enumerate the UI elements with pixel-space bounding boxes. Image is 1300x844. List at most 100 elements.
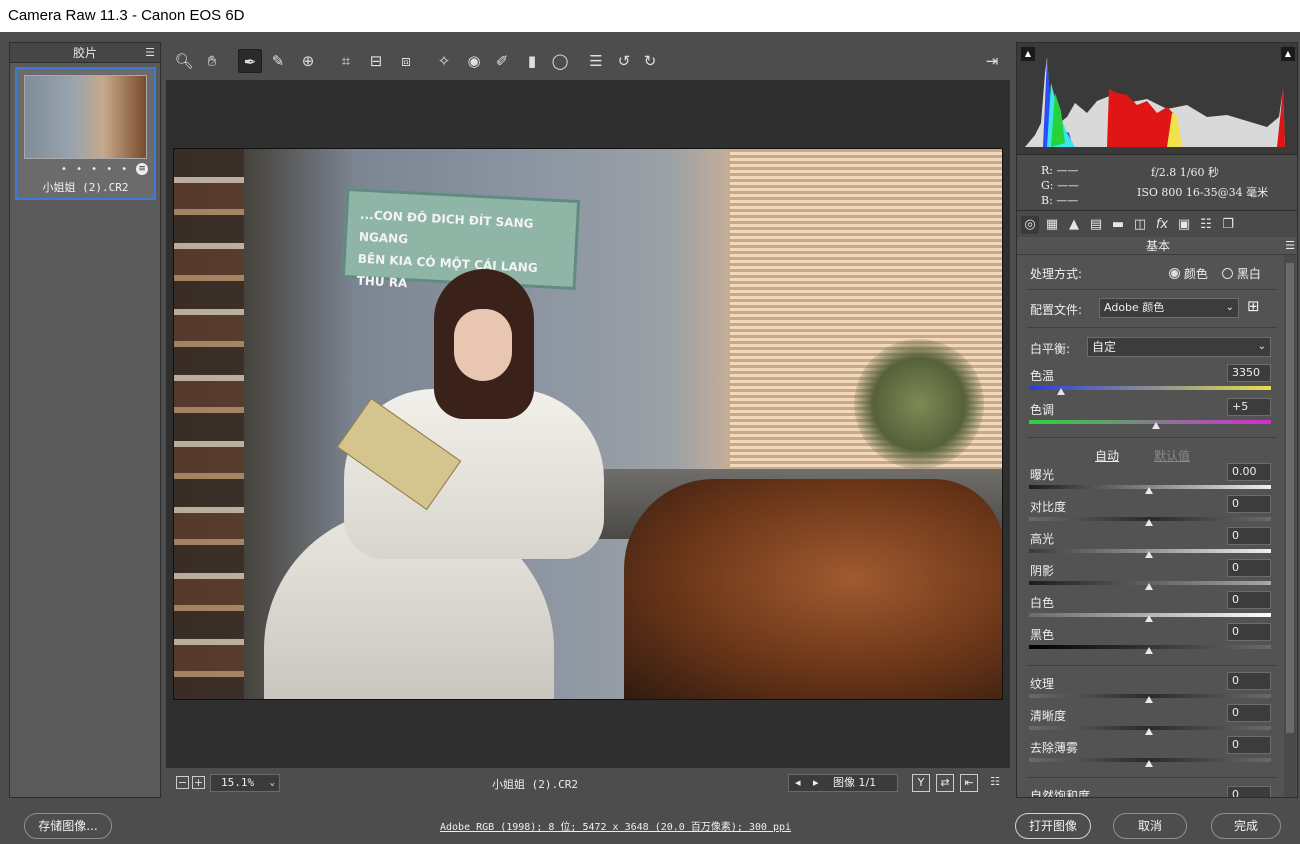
straighten-icon[interactable]: ⊟ [364,49,388,73]
contrast-input[interactable]: 0 [1227,495,1271,513]
clarity-slider-handle[interactable] [1145,728,1153,735]
temperature-slider-handle[interactable] [1057,388,1065,395]
vibrance-label: 自然饱和度 [1030,789,1091,798]
thumbnail-image [24,75,147,159]
detail-tab-icon[interactable]: ▲ [1065,216,1083,234]
contrast-slider-handle[interactable] [1145,519,1153,526]
transform-icon[interactable]: ⧈ [394,49,418,73]
shadows-input[interactable]: 0 [1227,559,1271,577]
hsl-tab-icon[interactable]: ▤ [1087,216,1105,234]
chevron-down-icon: ⌄ [269,778,275,788]
texture-slider-handle[interactable] [1145,696,1153,703]
zoom-out-button[interactable]: − [176,776,189,789]
zoom-in-button[interactable]: + [192,776,205,789]
tint-slider-handle[interactable] [1152,422,1160,429]
filmstrip-thumbnail[interactable]: • • • • • ≡ 小姐姐 (2).CR2 [15,67,156,200]
cancel-button[interactable]: 取消 [1113,813,1187,839]
preview-canvas[interactable]: ...CON ĐÔ DICH ĐÍT SANG NGANG BÊN KIA CÓ… [166,80,1010,768]
split-toning-tab-icon[interactable]: ▬ [1109,216,1127,234]
auto-button[interactable]: 自动 [1095,447,1119,464]
rgb-readout: R: —— G: —— B: —— [1041,163,1079,208]
bottom-bar: 存储图像... Adobe RGB (1998); 8 位; 5472 x 36… [0,800,1300,844]
scrollbar-thumb[interactable] [1286,263,1294,733]
dehaze-input[interactable]: 0 [1227,736,1271,754]
spot-removal-icon[interactable]: ✧ [432,49,456,73]
whites-slider-handle[interactable] [1145,615,1153,622]
temperature-slider[interactable] [1029,386,1271,390]
profile-browser-icon[interactable]: ⊞ [1247,297,1260,315]
profile-dropdown[interactable]: Adobe 颜色 ⌄ [1099,298,1239,318]
done-button[interactable]: 完成 [1211,813,1281,839]
divider [1027,665,1277,666]
zoom-icon[interactable]: 🔍︎ [172,49,196,73]
histogram-graph [1025,57,1285,147]
prev-image-icon[interactable]: ◂ [795,775,801,791]
camera-raw-app: 胶片 ☰ • • • • • ≡ 小姐姐 (2).CR2 🔍︎ ✋︎ ✒ ✎ ⊕… [0,32,1300,844]
save-image-button[interactable]: 存储图像... [24,813,112,839]
preview-settings-icon[interactable]: ☷ [986,774,1004,792]
copy-settings-icon[interactable]: ⇤ [960,774,978,792]
image-navigator: ◂ ▸ 图像 1/1 [788,774,898,792]
shadows-label: 阴影 [1030,564,1055,578]
lens-corrections-tab-icon[interactable]: ◫ [1131,216,1149,234]
g-label: G: [1041,179,1054,192]
toggle-fullscreen-icon[interactable]: ⇥ [980,49,1004,73]
exif-info: f/2.8 1/60 秒 ISO 800 16-35@34 毫米 [1137,163,1268,203]
graduated-filter-icon[interactable]: ▮ [520,49,544,73]
temperature-input[interactable]: 3350 [1227,364,1271,382]
red-eye-icon[interactable]: ◉ [462,49,486,73]
workflow-options-link[interactable]: Adobe RGB (1998); 8 位; 5472 x 3648 (20.0… [440,818,791,833]
profile-label: 配置文件: [1030,303,1083,317]
panel-scrollbar[interactable] [1284,255,1296,797]
white-balance-dropdown[interactable]: 自定 ⌄ [1087,337,1271,357]
filmstrip-menu-icon[interactable]: ☰ [145,43,155,63]
shadows-slider-handle[interactable] [1145,583,1153,590]
target-adjust-icon[interactable]: ⊕ [296,49,320,73]
treatment-bw-radio[interactable]: 黑白 [1222,265,1261,282]
tone-curve-tab-icon[interactable]: ▦ [1043,216,1061,234]
tint-slider[interactable] [1029,420,1271,424]
calibration-tab-icon[interactable]: ▣ [1175,216,1193,234]
snapshots-tab-icon[interactable]: ❐ [1219,216,1237,234]
next-image-icon[interactable]: ▸ [813,775,819,791]
photo-face [454,309,512,381]
tint-input[interactable]: +5 [1227,398,1271,416]
hand-icon[interactable]: ✋︎ [200,49,224,73]
basic-tab-icon[interactable]: ◎ [1021,216,1039,234]
chevron-down-icon: ⌄ [1257,341,1266,352]
highlights-input[interactable]: 0 [1227,527,1271,545]
window-title: Camera Raw 11.3 - Canon EOS 6D [0,0,1300,32]
treatment-label: 处理方式: [1030,267,1083,281]
highlights-slider-handle[interactable] [1145,551,1153,558]
default-button[interactable]: 默认值 [1154,447,1190,464]
exposure-input[interactable]: 0.00 [1227,463,1271,481]
exposure-slider-handle[interactable] [1145,487,1153,494]
swap-settings-icon[interactable]: ⇄ [936,774,954,792]
rating-dots[interactable]: • • • • • [61,164,130,175]
rotate-left-icon[interactable]: ↺ [612,49,636,73]
color-sampler-icon[interactable]: ✎ [266,49,290,73]
dehaze-slider-handle[interactable] [1145,760,1153,767]
white-balance-icon[interactable]: ✒ [238,49,262,73]
radial-filter-icon[interactable]: ◯ [548,49,572,73]
treatment-color-radio[interactable]: 颜色 [1169,265,1208,282]
r-label: R: [1041,164,1053,177]
texture-input[interactable]: 0 [1227,672,1271,690]
before-after-icon[interactable]: Y [912,774,930,792]
blacks-input[interactable]: 0 [1227,623,1271,641]
clarity-label: 清晰度 [1030,709,1067,723]
vibrance-input[interactable]: 0 [1227,786,1271,797]
preview-image[interactable]: ...CON ĐÔ DICH ĐÍT SANG NGANG BÊN KIA CÓ… [173,148,1003,700]
open-image-button[interactable]: 打开图像 [1015,813,1091,839]
clarity-input[interactable]: 0 [1227,704,1271,722]
blacks-slider-handle[interactable] [1145,647,1153,654]
presets-tab-icon[interactable]: ☷ [1197,216,1215,234]
crop-icon[interactable]: ⌗ [334,49,358,73]
effects-tab-icon[interactable]: fx [1153,216,1171,234]
whites-input[interactable]: 0 [1227,591,1271,609]
rotate-right-icon[interactable]: ↻ [638,49,662,73]
zoom-level-select[interactable]: 15.1% ⌄ [210,774,280,792]
adjustment-brush-icon[interactable]: ✐ [490,49,514,73]
preferences-icon[interactable]: ☰ [584,49,608,73]
panel-menu-icon[interactable]: ☰ [1285,237,1295,255]
